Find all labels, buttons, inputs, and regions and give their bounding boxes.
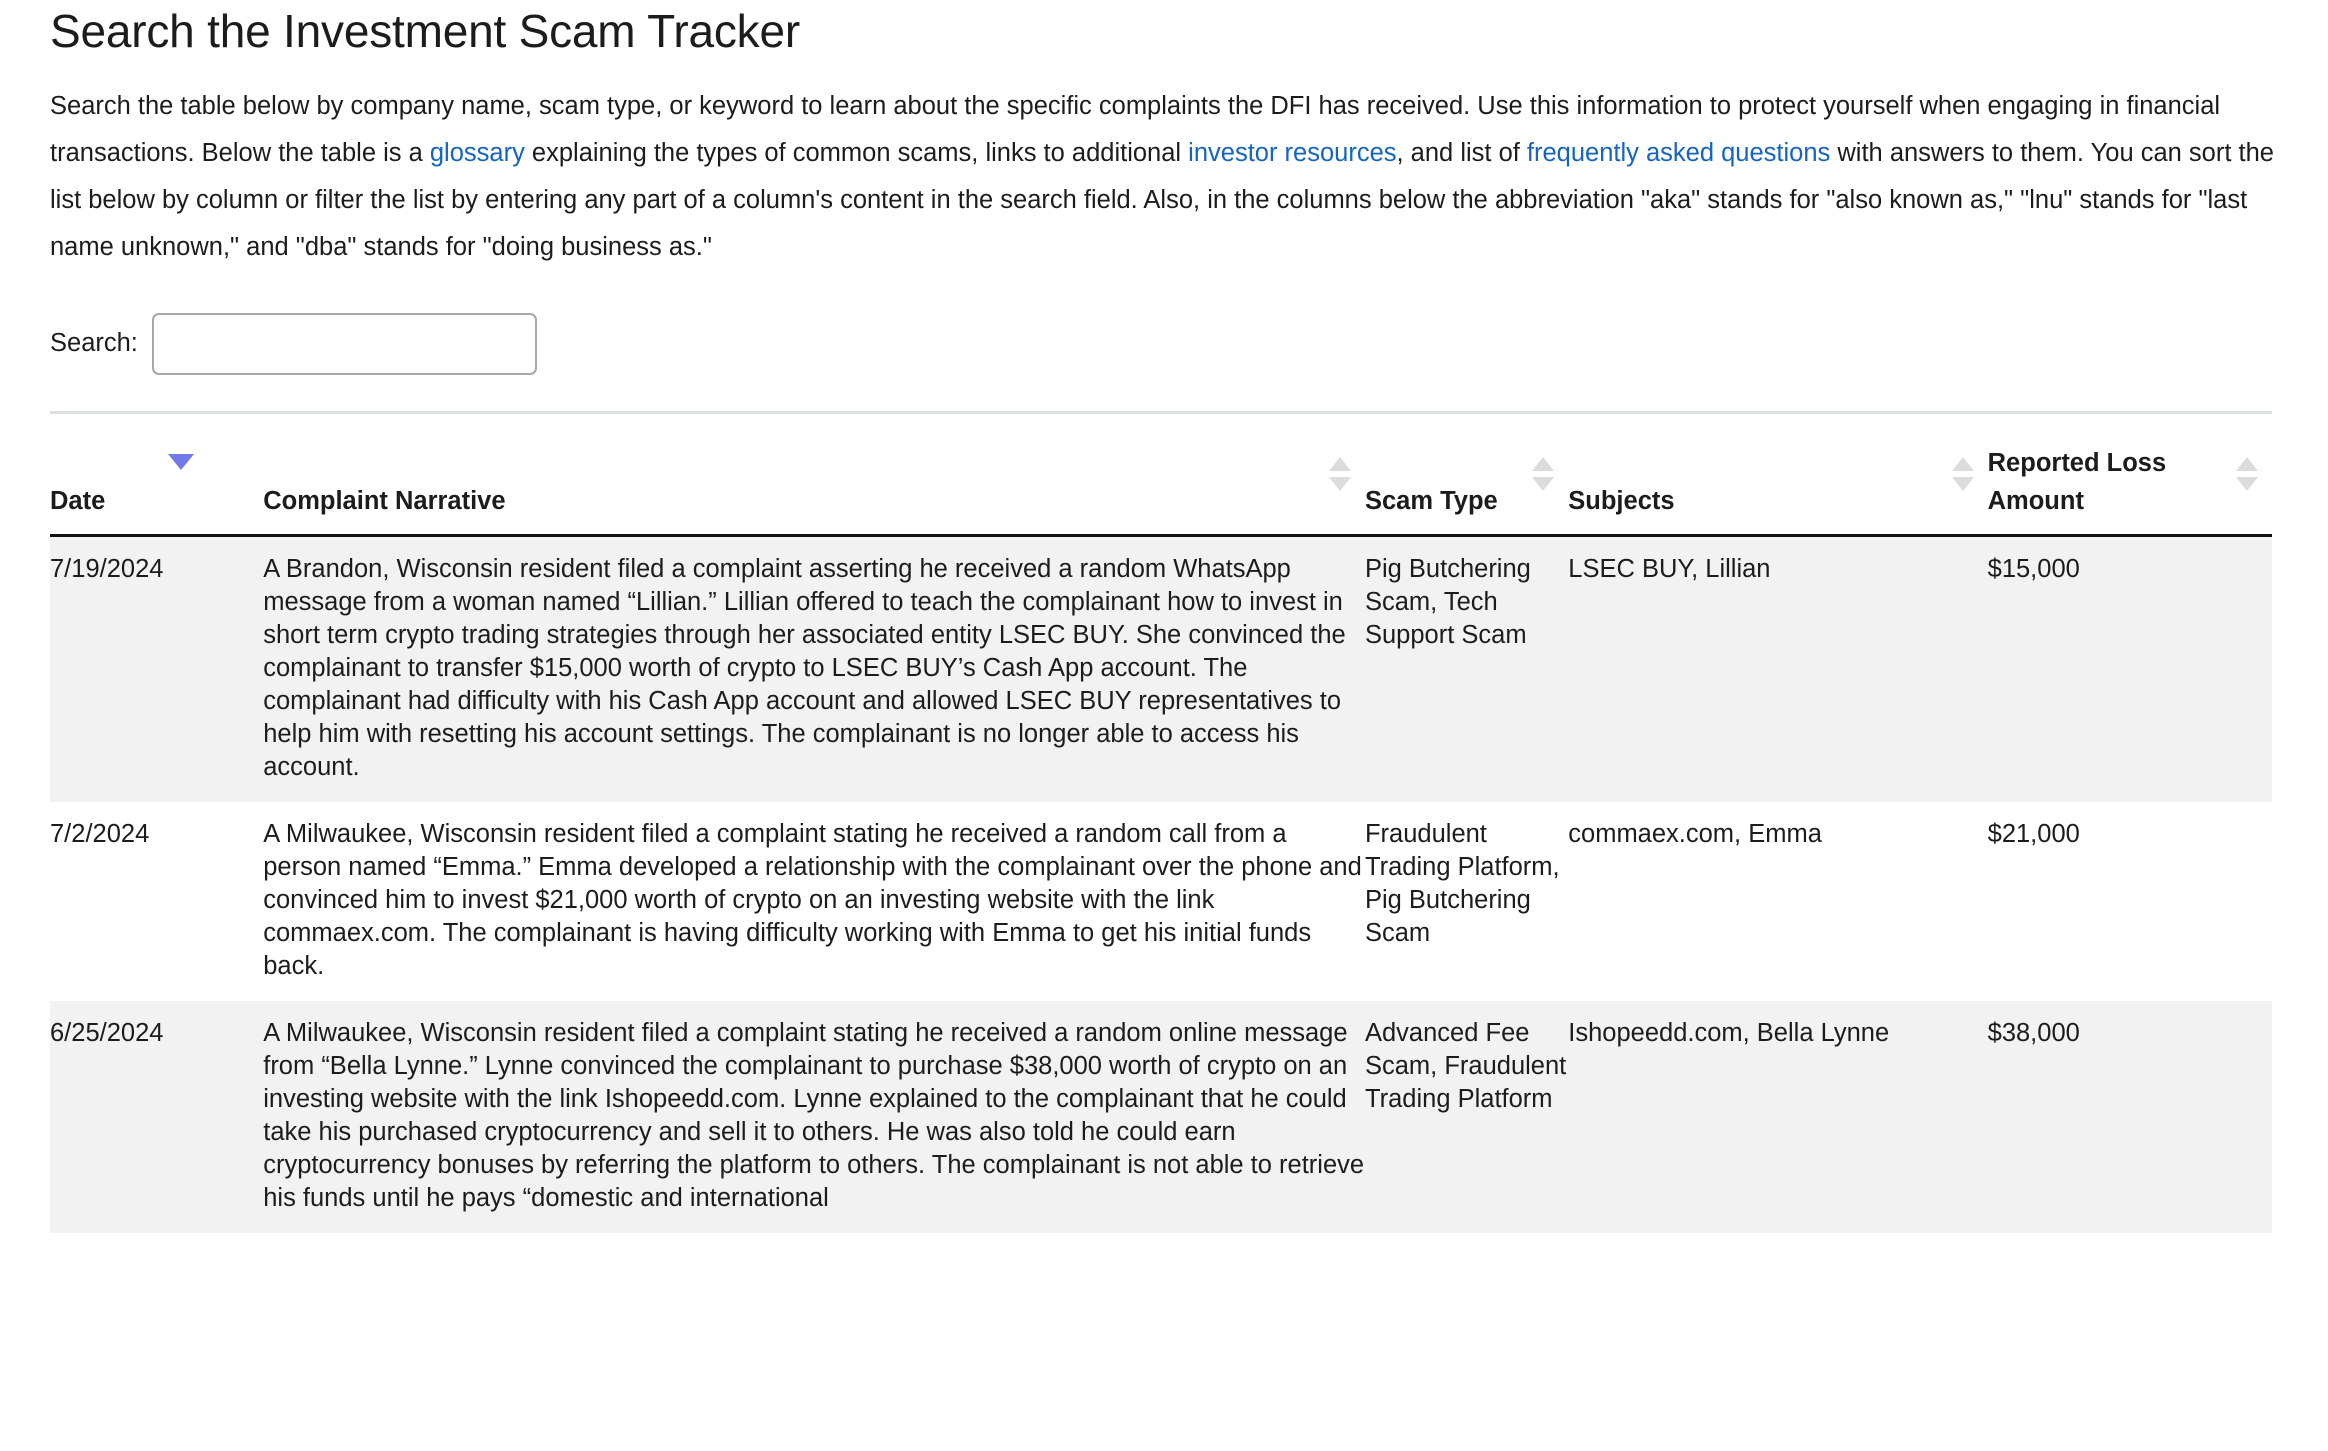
investor-resources-link[interactable]: investor resources <box>1188 139 1396 167</box>
sort-both-icon[interactable] <box>1532 456 1555 491</box>
faq-link[interactable]: frequently asked questions <box>1527 139 1830 167</box>
column-header-scam-type[interactable]: Scam Type <box>1364 413 1569 537</box>
cell-date: 6/25/2024 <box>50 1000 264 1233</box>
cell-subjects: LSEC BUY, Lillian <box>1568 535 1988 802</box>
column-header-reported-loss-amount-label: Reported Loss Amount <box>1987 448 2167 515</box>
cell-subjects: Ishopeedd.com, Bella Lynne <box>1568 1000 1988 1233</box>
investment-scam-tracker-table: Date Complaint Narrative Scam Type Subje… <box>50 413 2272 1233</box>
column-header-subjects-label: Subjects <box>1568 486 1675 515</box>
column-header-subjects[interactable]: Subjects <box>1568 413 1988 537</box>
table-header: Date Complaint Narrative Scam Type Subje… <box>50 413 2272 537</box>
page-root: Search the Investment Scam Tracker Searc… <box>0 0 2328 1451</box>
column-header-complaint-narrative[interactable]: Complaint Narrative <box>263 413 1365 537</box>
cell-complaint-narrative: A Brandon, Wisconsin resident filed a co… <box>263 535 1365 802</box>
cell-date: 7/19/2024 <box>50 535 264 802</box>
cell-reported-loss-amount: $15,000 <box>1987 535 2272 802</box>
cell-reported-loss-amount: $21,000 <box>1987 801 2272 1001</box>
column-header-reported-loss-amount[interactable]: Reported Loss Amount <box>1987 413 2272 537</box>
cell-complaint-narrative: A Milwaukee, Wisconsin resident filed a … <box>263 1000 1365 1233</box>
intro-text-part-2: explaining the types of common scams, li… <box>524 138 1189 167</box>
intro-text-part-3: , and list of <box>1396 138 1527 167</box>
search-input[interactable] <box>151 312 537 375</box>
column-header-date-label: Date <box>50 486 106 515</box>
glossary-link[interactable]: glossary <box>430 139 525 167</box>
cell-scam-type: Fraudulent Trading Platform, Pig Butcher… <box>1364 801 1569 1001</box>
table-body: 7/19/2024 A Brandon, Wisconsin resident … <box>50 535 2272 1233</box>
table-row[interactable]: 7/2/2024 A Milwaukee, Wisconsin resident… <box>50 801 2272 1001</box>
sort-both-icon[interactable] <box>1328 456 1351 491</box>
table-row[interactable]: 7/19/2024 A Brandon, Wisconsin resident … <box>50 535 2272 802</box>
cell-scam-type: Advanced Fee Scam, Fraudulent Trading Pl… <box>1364 1000 1569 1233</box>
intro-paragraph: Search the table below by company name, … <box>50 57 2278 271</box>
sort-both-icon[interactable] <box>1951 456 1974 491</box>
search-label: Search: <box>50 329 138 358</box>
cell-date: 7/2/2024 <box>50 801 264 1001</box>
cell-reported-loss-amount: $38,000 <box>1987 1000 2272 1233</box>
column-header-date[interactable]: Date <box>50 413 264 537</box>
cell-complaint-narrative: A Milwaukee, Wisconsin resident filed a … <box>263 801 1365 1001</box>
search-row: Search: <box>50 271 2278 375</box>
cell-subjects: commaex.com, Emma <box>1568 801 1988 1001</box>
page-title: Search the Investment Scam Tracker <box>50 5 800 57</box>
sort-both-icon[interactable] <box>2236 456 2258 491</box>
sort-descending-icon[interactable] <box>168 453 194 470</box>
column-header-complaint-narrative-label: Complaint Narrative <box>263 486 506 515</box>
table-header-row: Date Complaint Narrative Scam Type Subje… <box>50 413 2272 537</box>
table-row[interactable]: 6/25/2024 A Milwaukee, Wisconsin residen… <box>50 1000 2272 1233</box>
tracker-table-container: Date Complaint Narrative Scam Type Subje… <box>50 410 2272 1233</box>
cell-scam-type: Pig Butchering Scam, Tech Support Scam <box>1364 535 1569 802</box>
